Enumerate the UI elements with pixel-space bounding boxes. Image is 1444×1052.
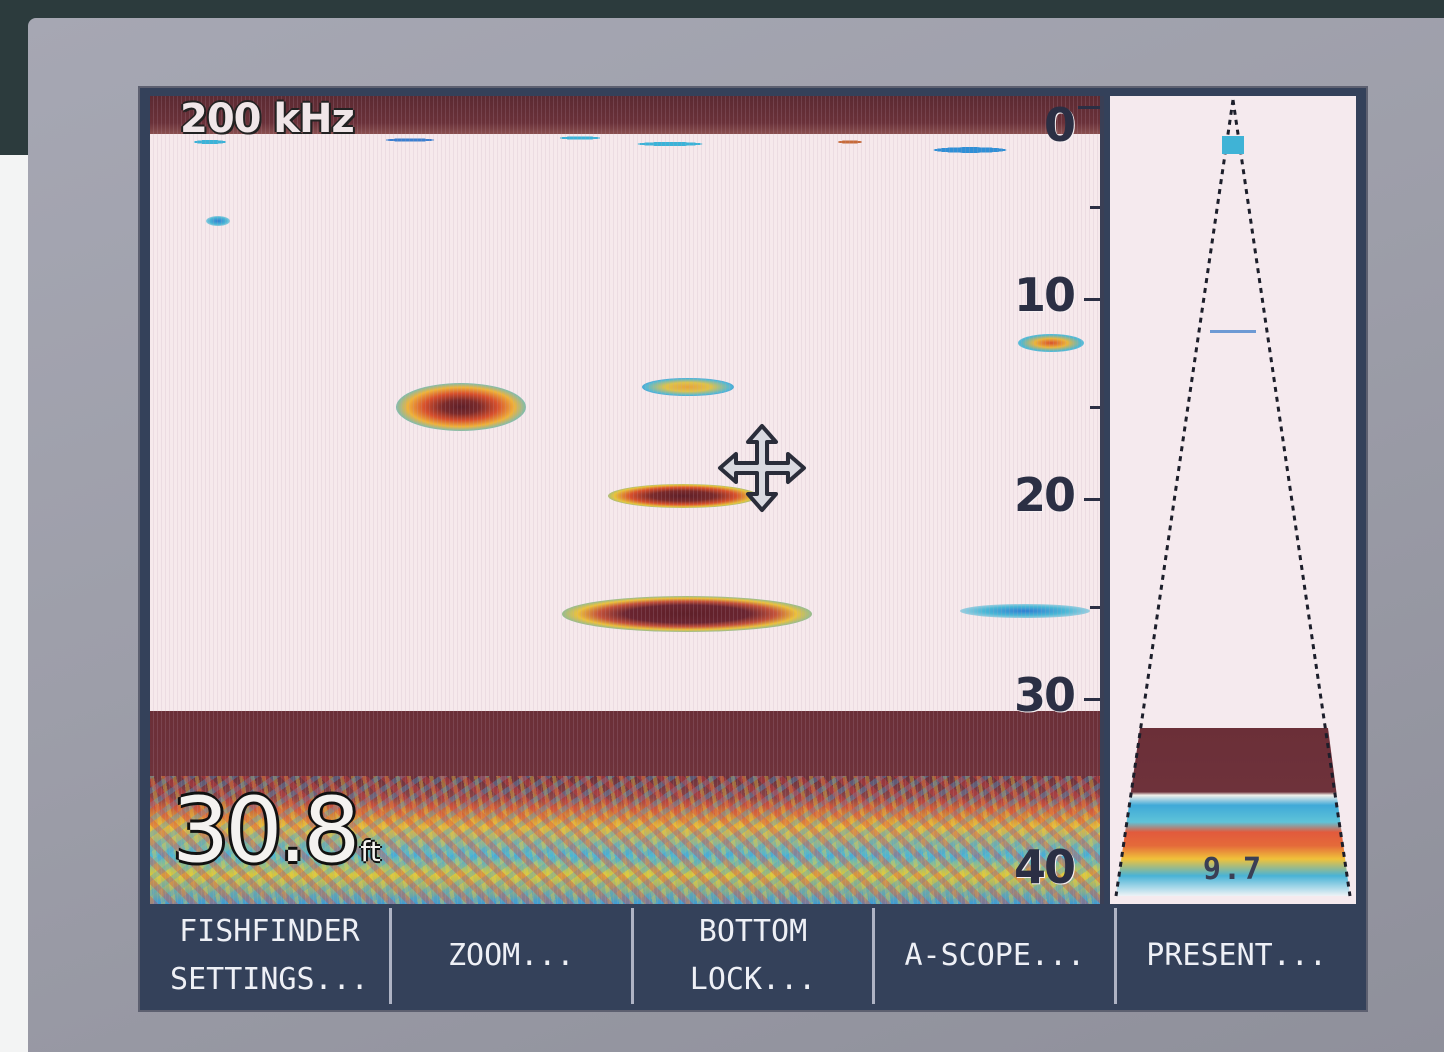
scale-divider <box>1100 96 1104 904</box>
depth-readout: 30.8 ft <box>172 786 381 876</box>
bottom-lock-button[interactable]: BOTTOM LOCK... <box>634 908 876 1004</box>
zoom-button[interactable]: ZOOM... <box>392 908 634 1004</box>
frequency-label: 200 kHz <box>180 96 355 142</box>
fish-echo <box>562 596 812 632</box>
fish-echo <box>1018 334 1084 352</box>
a-scope-panel: 9.7 <box>1110 96 1356 904</box>
fish-echo <box>642 378 734 396</box>
presentation-button[interactable]: PRESENT... <box>1117 908 1356 1004</box>
fishfinder-settings-button[interactable]: FISHFINDER SETTINGS... <box>150 908 392 1004</box>
depth-unit: ft <box>360 835 381 868</box>
fish-echo <box>206 216 230 226</box>
softkey-bar: FISHFINDER SETTINGS... ZOOM... BOTTOM LO… <box>150 908 1356 1004</box>
depth-value: 30.8 <box>172 778 360 883</box>
depth-scale-label: 40 <box>1013 840 1076 894</box>
sonar-echo-display[interactable]: 200 kHz 30.8 ft 0 10 20 30 40 <box>150 96 1102 904</box>
a-scope-beam <box>1114 99 1352 897</box>
depth-tick-mark <box>1078 106 1102 109</box>
fish-echo <box>396 383 526 431</box>
depth-scale-label: 30 <box>1013 668 1076 722</box>
depth-scale-label: 10 <box>1013 268 1076 322</box>
a-scope-surface-echo <box>1222 136 1244 154</box>
depth-scale-label: 0 <box>1043 98 1076 152</box>
move-cursor-icon[interactable] <box>716 422 808 514</box>
fishfinder-screen: 200 kHz 30.8 ft 0 10 20 30 40 9.7 FISHFI… <box>140 88 1366 1010</box>
depth-scale-label: 20 <box>1013 468 1076 522</box>
a-scope-fish-echo <box>1210 330 1256 333</box>
a-scope-button[interactable]: A-SCOPE... <box>875 908 1118 1004</box>
fish-echo <box>960 604 1090 618</box>
a-scope-value: 9.7 <box>1202 852 1264 887</box>
